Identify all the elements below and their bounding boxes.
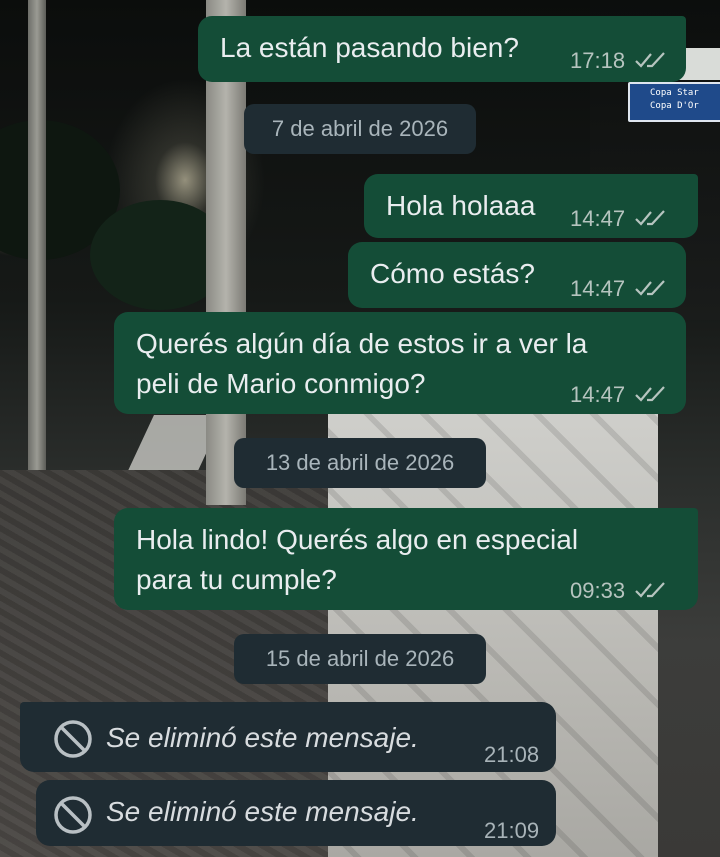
outgoing-message[interactable]: Hola lindo! Querés algo en especial para… [114, 508, 698, 610]
message-time: 09:33 [570, 578, 626, 603]
message-text: Hola lindo! Querés algo en especial para… [136, 524, 579, 595]
incoming-deleted-message[interactable]: Se eliminó este mensaje. 21:08 [20, 702, 556, 772]
message-text: Se eliminó este mensaje. [106, 722, 419, 753]
date-divider: 13 de abril de 2026 [234, 438, 486, 488]
double-check-read-icon [634, 278, 668, 298]
message-text: Cómo estás? [370, 258, 535, 289]
double-check-read-icon [634, 208, 668, 228]
message-text: La están pasando bien? [220, 32, 519, 63]
outgoing-message[interactable]: La están pasando bien? 17:18 [198, 16, 686, 82]
date-divider: 7 de abril de 2026 [244, 104, 476, 154]
street-sign-line: Copa D'Or [650, 101, 699, 111]
double-check-read-icon [634, 384, 668, 404]
message-time: 14:47 [570, 206, 626, 231]
double-check-read-icon [634, 580, 668, 600]
message-text: Querés algún día de estos ir a ver la pe… [136, 328, 588, 399]
background-pole [28, 0, 46, 475]
message-text: Hola holaaa [386, 190, 536, 221]
prohibited-icon [52, 794, 94, 836]
street-sign-line: Copa Star [650, 88, 699, 98]
message-time: 21:08 [484, 742, 540, 767]
outgoing-message[interactable]: Hola holaaa 14:47 [364, 174, 698, 238]
message-time: 14:47 [570, 382, 626, 407]
date-divider: 15 de abril de 2026 [234, 634, 486, 684]
background-street-sign: Copa Star Copa D'Or [628, 82, 720, 122]
message-time: 14:47 [570, 276, 626, 301]
outgoing-message[interactable]: Querés algún día de estos ir a ver la pe… [114, 312, 686, 414]
message-time: 21:09 [484, 818, 540, 843]
message-text: Se eliminó este mensaje. [106, 796, 419, 827]
message-time: 17:18 [570, 48, 626, 73]
incoming-deleted-message[interactable]: Se eliminó este mensaje. 21:09 [36, 780, 556, 846]
double-check-read-icon [634, 50, 668, 70]
prohibited-icon [52, 718, 94, 760]
outgoing-message[interactable]: Cómo estás? 14:47 [348, 242, 686, 308]
